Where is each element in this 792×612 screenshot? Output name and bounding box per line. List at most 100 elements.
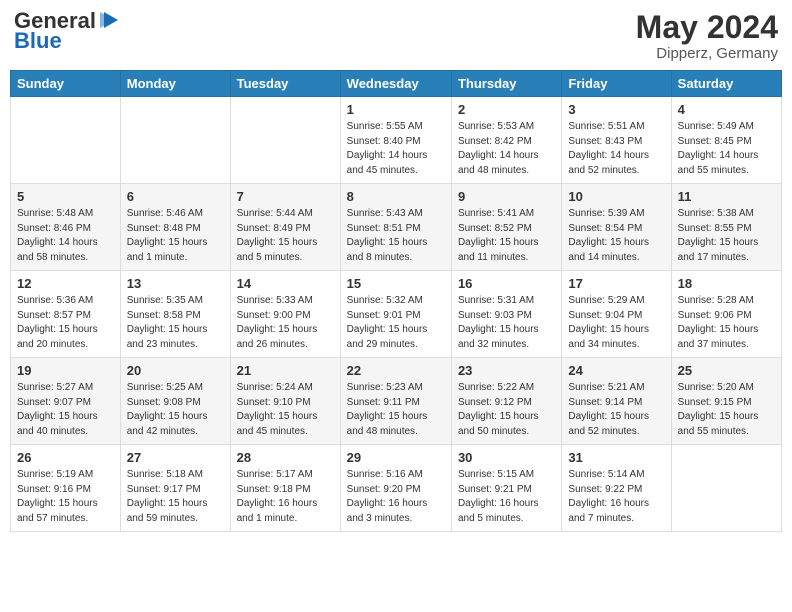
day-number: 30 bbox=[458, 450, 555, 465]
day-number: 26 bbox=[17, 450, 114, 465]
day-number: 4 bbox=[678, 102, 775, 117]
day-info: Sunrise: 5:39 AMSunset: 8:54 PMDaylight:… bbox=[568, 207, 664, 265]
day-info: Sunrise: 5:35 AMSunset: 8:58 PMDaylight:… bbox=[127, 294, 224, 352]
calendar-cell bbox=[120, 97, 230, 184]
location: Dipperz, Germany bbox=[636, 45, 778, 62]
day-info: Sunrise: 5:24 AMSunset: 9:10 PMDaylight:… bbox=[237, 381, 334, 439]
week-row-3: 12 Sunrise: 5:36 AMSunset: 8:57 PMDayligh… bbox=[11, 271, 782, 358]
calendar-cell: 28Sunrise: 5:17 AMSunset: 9:18 PMDayligh… bbox=[230, 445, 340, 532]
week-row-1: 1Sunrise: 5:55 AMSunset: 8:40 PMDaylight… bbox=[11, 97, 782, 184]
day-info: Sunrise: 5:51 AMSunset: 8:43 PMDaylight:… bbox=[568, 120, 664, 178]
day-number: 9 bbox=[458, 189, 555, 204]
day-info: Sunrise: 5:41 AMSunset: 8:52 PMDaylight:… bbox=[458, 207, 555, 265]
calendar-cell: 30 Sunrise: 5:15 AMSunset: 9:21 PMDayligh… bbox=[451, 445, 561, 532]
day-info: Sunrise: 5:49 AMSunset: 8:45 PMDaylight:… bbox=[678, 120, 775, 178]
day-number: 31 bbox=[568, 450, 664, 465]
day-info: Sunrise: 5:14 AMSunset: 9:22 PMDaylight:… bbox=[568, 468, 664, 526]
calendar-cell: 5 Sunrise: 5:48 AMSunset: 8:46 PMDaylight… bbox=[11, 184, 121, 271]
weekday-header-monday: Monday bbox=[120, 71, 230, 97]
day-info: Sunrise: 5:31 AMSunset: 9:03 PMDaylight:… bbox=[458, 294, 555, 352]
calendar-cell: 1Sunrise: 5:55 AMSunset: 8:40 PMDaylight… bbox=[340, 97, 451, 184]
day-info: Sunrise: 5:25 AMSunset: 9:08 PMDaylight:… bbox=[127, 381, 224, 439]
calendar-cell bbox=[11, 97, 121, 184]
day-info: Sunrise: 5:22 AMSunset: 9:12 PMDaylight:… bbox=[458, 381, 555, 439]
calendar-cell: 13 Sunrise: 5:35 AMSunset: 8:58 PMDayligh… bbox=[120, 271, 230, 358]
calendar-cell: 22 Sunrise: 5:23 AMSunset: 9:11 PMDayligh… bbox=[340, 358, 451, 445]
day-info: Sunrise: 5:15 AMSunset: 9:21 PMDaylight:… bbox=[458, 468, 555, 526]
calendar-cell: 4 Sunrise: 5:49 AMSunset: 8:45 PMDaylight… bbox=[671, 97, 781, 184]
calendar-cell: 15 Sunrise: 5:32 AMSunset: 9:01 PMDayligh… bbox=[340, 271, 451, 358]
week-row-2: 5 Sunrise: 5:48 AMSunset: 8:46 PMDaylight… bbox=[11, 184, 782, 271]
weekday-header-friday: Friday bbox=[562, 71, 671, 97]
page-header: General Blue May 2024 Dipperz, Germany bbox=[10, 10, 782, 62]
calendar-cell: 24 Sunrise: 5:21 AMSunset: 9:14 PMDayligh… bbox=[562, 358, 671, 445]
day-info: Sunrise: 5:21 AMSunset: 9:14 PMDaylight:… bbox=[568, 381, 664, 439]
weekday-header-thursday: Thursday bbox=[451, 71, 561, 97]
day-number: 15 bbox=[347, 276, 445, 291]
day-number: 24 bbox=[568, 363, 664, 378]
calendar-cell: 25Sunrise: 5:20 AMSunset: 9:15 PMDayligh… bbox=[671, 358, 781, 445]
day-number: 18 bbox=[678, 276, 775, 291]
title-area: May 2024 Dipperz, Germany bbox=[636, 10, 778, 62]
calendar-cell: 7Sunrise: 5:44 AMSunset: 8:49 PMDaylight… bbox=[230, 184, 340, 271]
day-info: Sunrise: 5:43 AMSunset: 8:51 PMDaylight:… bbox=[347, 207, 445, 265]
day-info: Sunrise: 5:18 AMSunset: 9:17 PMDaylight:… bbox=[127, 468, 224, 526]
day-number: 23 bbox=[458, 363, 555, 378]
day-number: 6 bbox=[127, 189, 224, 204]
calendar-cell: 12 Sunrise: 5:36 AMSunset: 8:57 PMDayligh… bbox=[11, 271, 121, 358]
logo: General Blue bbox=[14, 10, 120, 54]
day-number: 3 bbox=[568, 102, 664, 117]
day-info: Sunrise: 5:23 AMSunset: 9:11 PMDaylight:… bbox=[347, 381, 445, 439]
calendar-cell: 27 Sunrise: 5:18 AMSunset: 9:17 PMDayligh… bbox=[120, 445, 230, 532]
day-number: 5 bbox=[17, 189, 114, 204]
day-info: Sunrise: 5:53 AMSunset: 8:42 PMDaylight:… bbox=[458, 120, 555, 178]
calendar-cell bbox=[230, 97, 340, 184]
day-info: Sunrise: 5:48 AMSunset: 8:46 PMDaylight:… bbox=[17, 207, 114, 265]
calendar-cell: 9 Sunrise: 5:41 AMSunset: 8:52 PMDaylight… bbox=[451, 184, 561, 271]
day-number: 13 bbox=[127, 276, 224, 291]
day-number: 10 bbox=[568, 189, 664, 204]
day-info: Sunrise: 5:32 AMSunset: 9:01 PMDaylight:… bbox=[347, 294, 445, 352]
weekday-header-wednesday: Wednesday bbox=[340, 71, 451, 97]
day-number: 25 bbox=[678, 363, 775, 378]
calendar-cell: 2 Sunrise: 5:53 AMSunset: 8:42 PMDaylight… bbox=[451, 97, 561, 184]
day-number: 2 bbox=[458, 102, 555, 117]
day-number: 29 bbox=[347, 450, 445, 465]
day-info: Sunrise: 5:38 AMSunset: 8:55 PMDaylight:… bbox=[678, 207, 775, 265]
calendar-cell: 10 Sunrise: 5:39 AMSunset: 8:54 PMDayligh… bbox=[562, 184, 671, 271]
day-info: Sunrise: 5:16 AMSunset: 9:20 PMDaylight:… bbox=[347, 468, 445, 526]
calendar-cell: 14 Sunrise: 5:33 AMSunset: 9:00 PMDayligh… bbox=[230, 271, 340, 358]
day-number: 16 bbox=[458, 276, 555, 291]
calendar: SundayMondayTuesdayWednesdayThursdayFrid… bbox=[10, 70, 782, 532]
day-number: 28 bbox=[237, 450, 334, 465]
logo-blue: Blue bbox=[14, 28, 62, 54]
calendar-cell: 23 Sunrise: 5:22 AMSunset: 9:12 PMDayligh… bbox=[451, 358, 561, 445]
calendar-cell: 16 Sunrise: 5:31 AMSunset: 9:03 PMDayligh… bbox=[451, 271, 561, 358]
weekday-header-sunday: Sunday bbox=[11, 71, 121, 97]
calendar-cell: 21 Sunrise: 5:24 AMSunset: 9:10 PMDayligh… bbox=[230, 358, 340, 445]
calendar-cell: 3 Sunrise: 5:51 AMSunset: 8:43 PMDaylight… bbox=[562, 97, 671, 184]
day-info: Sunrise: 5:28 AMSunset: 9:06 PMDaylight:… bbox=[678, 294, 775, 352]
month-title: May 2024 bbox=[636, 10, 778, 45]
weekday-header-row: SundayMondayTuesdayWednesdayThursdayFrid… bbox=[11, 71, 782, 97]
day-info: Sunrise: 5:19 AMSunset: 9:16 PMDaylight:… bbox=[17, 468, 114, 526]
day-number: 19 bbox=[17, 363, 114, 378]
calendar-cell: 20Sunrise: 5:25 AMSunset: 9:08 PMDayligh… bbox=[120, 358, 230, 445]
calendar-cell: 18 Sunrise: 5:28 AMSunset: 9:06 PMDayligh… bbox=[671, 271, 781, 358]
weekday-header-saturday: Saturday bbox=[671, 71, 781, 97]
day-info: Sunrise: 5:33 AMSunset: 9:00 PMDaylight:… bbox=[237, 294, 334, 352]
day-number: 22 bbox=[347, 363, 445, 378]
day-info: Sunrise: 5:44 AMSunset: 8:49 PMDaylight:… bbox=[237, 207, 334, 265]
day-info: Sunrise: 5:46 AMSunset: 8:48 PMDaylight:… bbox=[127, 207, 224, 265]
day-info: Sunrise: 5:29 AMSunset: 9:04 PMDaylight:… bbox=[568, 294, 664, 352]
day-number: 21 bbox=[237, 363, 334, 378]
week-row-5: 26 Sunrise: 5:19 AMSunset: 9:16 PMDayligh… bbox=[11, 445, 782, 532]
day-number: 11 bbox=[678, 189, 775, 204]
calendar-cell: 17Sunrise: 5:29 AMSunset: 9:04 PMDayligh… bbox=[562, 271, 671, 358]
calendar-cell: 31 Sunrise: 5:14 AMSunset: 9:22 PMDayligh… bbox=[562, 445, 671, 532]
day-number: 12 bbox=[17, 276, 114, 291]
day-number: 14 bbox=[237, 276, 334, 291]
week-row-4: 19Sunrise: 5:27 AMSunset: 9:07 PMDayligh… bbox=[11, 358, 782, 445]
day-number: 27 bbox=[127, 450, 224, 465]
day-info: Sunrise: 5:36 AMSunset: 8:57 PMDaylight:… bbox=[17, 294, 114, 352]
